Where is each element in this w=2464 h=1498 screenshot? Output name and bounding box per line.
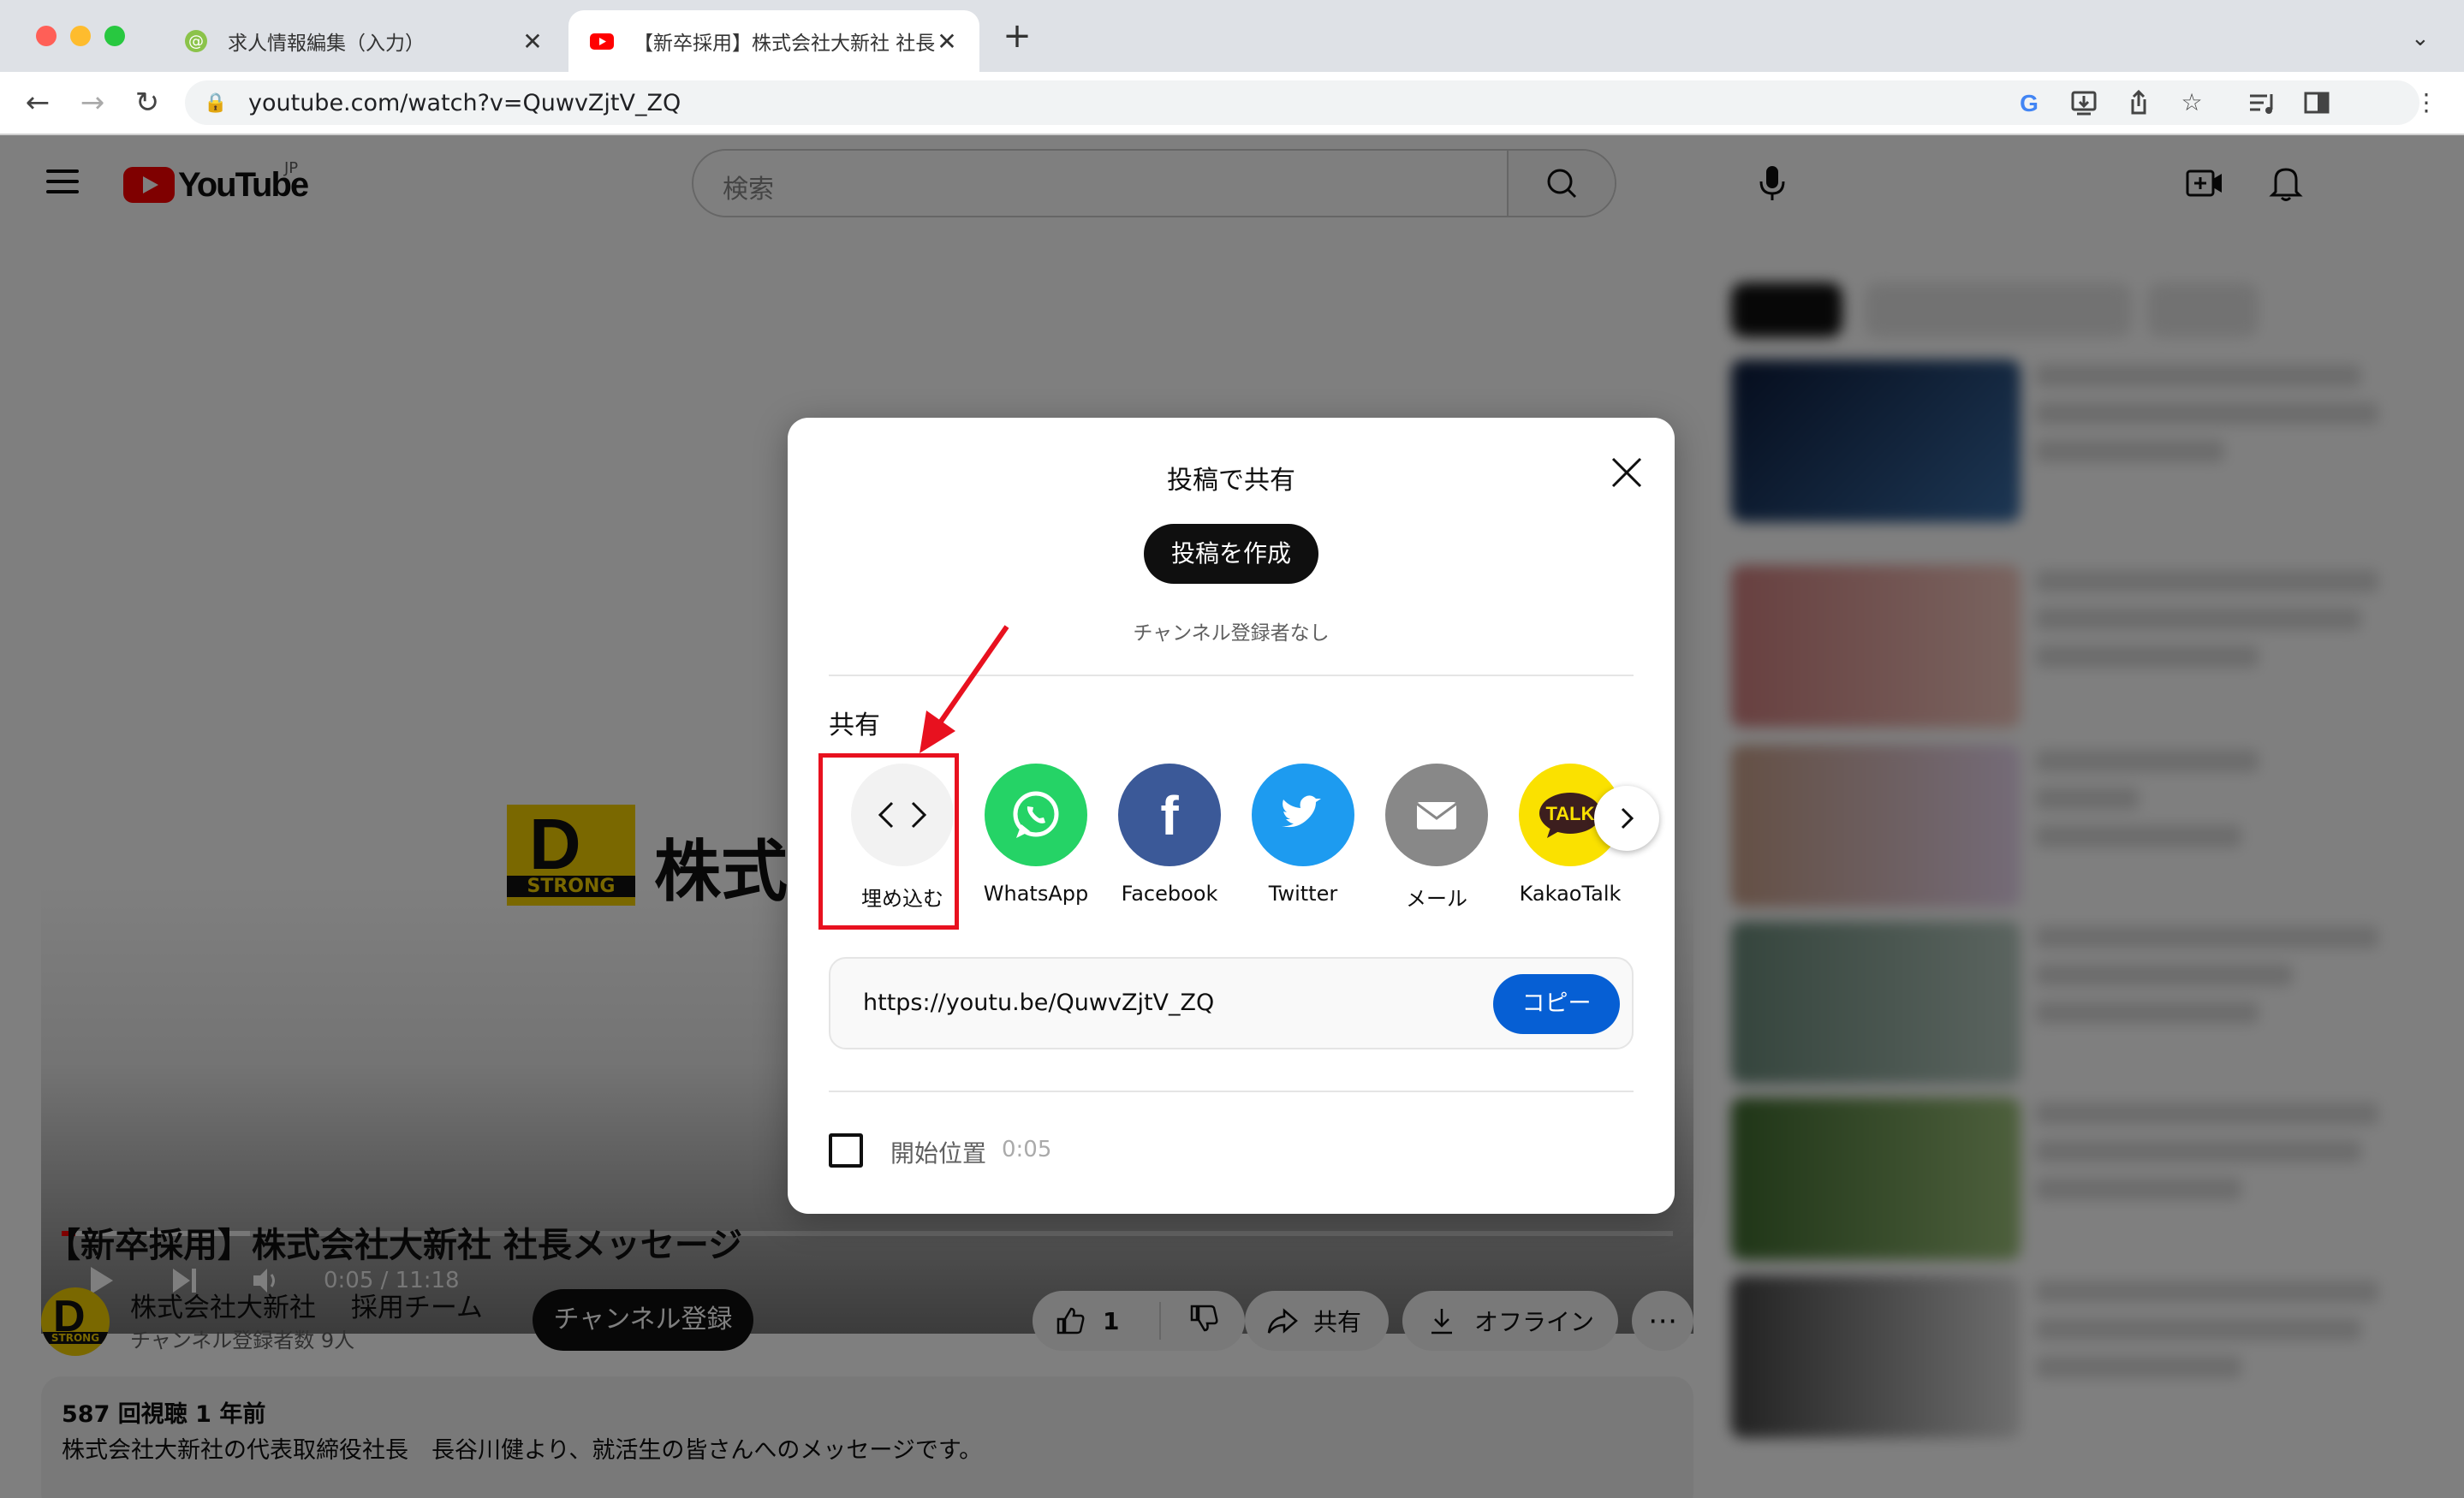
tab-close-icon[interactable]: ✕ bbox=[935, 27, 959, 56]
start-at-checkbox[interactable] bbox=[829, 1133, 863, 1168]
close-icon[interactable] bbox=[1606, 452, 1647, 493]
chevron-right-icon bbox=[1621, 807, 1634, 829]
google-icon[interactable]: G bbox=[2012, 86, 2046, 120]
back-icon[interactable]: ← bbox=[17, 82, 58, 123]
svg-text:f: f bbox=[1160, 785, 1179, 845]
new-tab-icon[interactable]: + bbox=[1000, 19, 1034, 53]
divider bbox=[829, 1091, 1634, 1092]
tab-youtube[interactable]: 【新卒採用】株式会社大新社 社長メッセージ - YouTube ✕ bbox=[568, 10, 979, 72]
embed-highlight-box bbox=[818, 753, 959, 930]
tab-title: 【新卒採用】株式会社大新社 社長メッセージ - YouTube bbox=[634, 33, 935, 55]
share-target-label: Twitter bbox=[1268, 882, 1338, 906]
svg-text:@: @ bbox=[188, 33, 204, 51]
share-twitter-button[interactable]: Twitter bbox=[1236, 764, 1370, 912]
kakao-badge-text: TALK bbox=[1545, 803, 1594, 824]
share-target-label: KakaoTalk bbox=[1519, 882, 1622, 906]
create-post-button[interactable]: 投稿を作成 bbox=[1144, 524, 1318, 584]
side-panel-icon[interactable] bbox=[2300, 86, 2334, 120]
bookmark-star-icon[interactable]: ☆ bbox=[2175, 86, 2209, 120]
site-favicon-icon: @ bbox=[185, 30, 207, 52]
tab-title: 求人情報編集（入力） bbox=[228, 33, 425, 55]
share-target-label: Facebook bbox=[1121, 882, 1218, 906]
whatsapp-icon bbox=[985, 764, 1087, 866]
email-icon bbox=[1385, 764, 1488, 866]
share-url-input[interactable]: https://youtu.be/QuwvZjtV_ZQ bbox=[863, 990, 1214, 1016]
close-window-button[interactable] bbox=[36, 26, 57, 46]
svg-text:G: G bbox=[2020, 90, 2038, 116]
forward-icon[interactable]: → bbox=[72, 82, 113, 123]
reading-list-icon[interactable] bbox=[2245, 86, 2279, 120]
copy-button[interactable]: コピー bbox=[1493, 974, 1620, 1034]
minimize-window-button[interactable] bbox=[70, 26, 91, 46]
share-whatsapp-button[interactable]: WhatsApp bbox=[969, 764, 1103, 912]
maximize-window-button[interactable] bbox=[104, 26, 125, 46]
facebook-icon: f bbox=[1118, 764, 1221, 866]
share-url-box: https://youtu.be/QuwvZjtV_ZQ コピー bbox=[829, 957, 1634, 1049]
tab-job-edit[interactable]: @ 求人情報編集（入力） ✕ bbox=[163, 10, 565, 72]
reload-icon[interactable]: ↻ bbox=[127, 82, 168, 123]
twitter-bird-icon bbox=[1252, 764, 1354, 866]
start-at-label: 開始位置 bbox=[890, 1139, 987, 1168]
share-heading: 共有 bbox=[829, 710, 880, 740]
share-page-icon[interactable] bbox=[2122, 86, 2156, 120]
share-email-button[interactable]: メール bbox=[1370, 764, 1503, 912]
tab-search-chevron-icon[interactable]: ⌄ bbox=[2411, 26, 2430, 51]
install-app-icon[interactable] bbox=[2067, 86, 2101, 120]
lock-icon: 🔒 bbox=[204, 92, 228, 114]
dialog-title: 投稿で共有 bbox=[1167, 466, 1295, 496]
next-targets-button[interactable] bbox=[1594, 786, 1659, 851]
share-target-label: WhatsApp bbox=[983, 882, 1089, 906]
share-facebook-button[interactable]: f Facebook bbox=[1103, 764, 1236, 912]
address-url: youtube.com/watch?v=QuwvZjtV_ZQ bbox=[248, 89, 681, 116]
youtube-favicon-icon bbox=[590, 33, 614, 50]
share-target-label: メール bbox=[1406, 887, 1467, 911]
annotation-arrow-icon bbox=[920, 625, 1009, 753]
browser-menu-icon[interactable]: ⋮ bbox=[2409, 86, 2443, 120]
tab-close-icon[interactable]: ✕ bbox=[521, 27, 545, 56]
start-at-time[interactable]: 0:05 bbox=[1002, 1137, 1051, 1162]
